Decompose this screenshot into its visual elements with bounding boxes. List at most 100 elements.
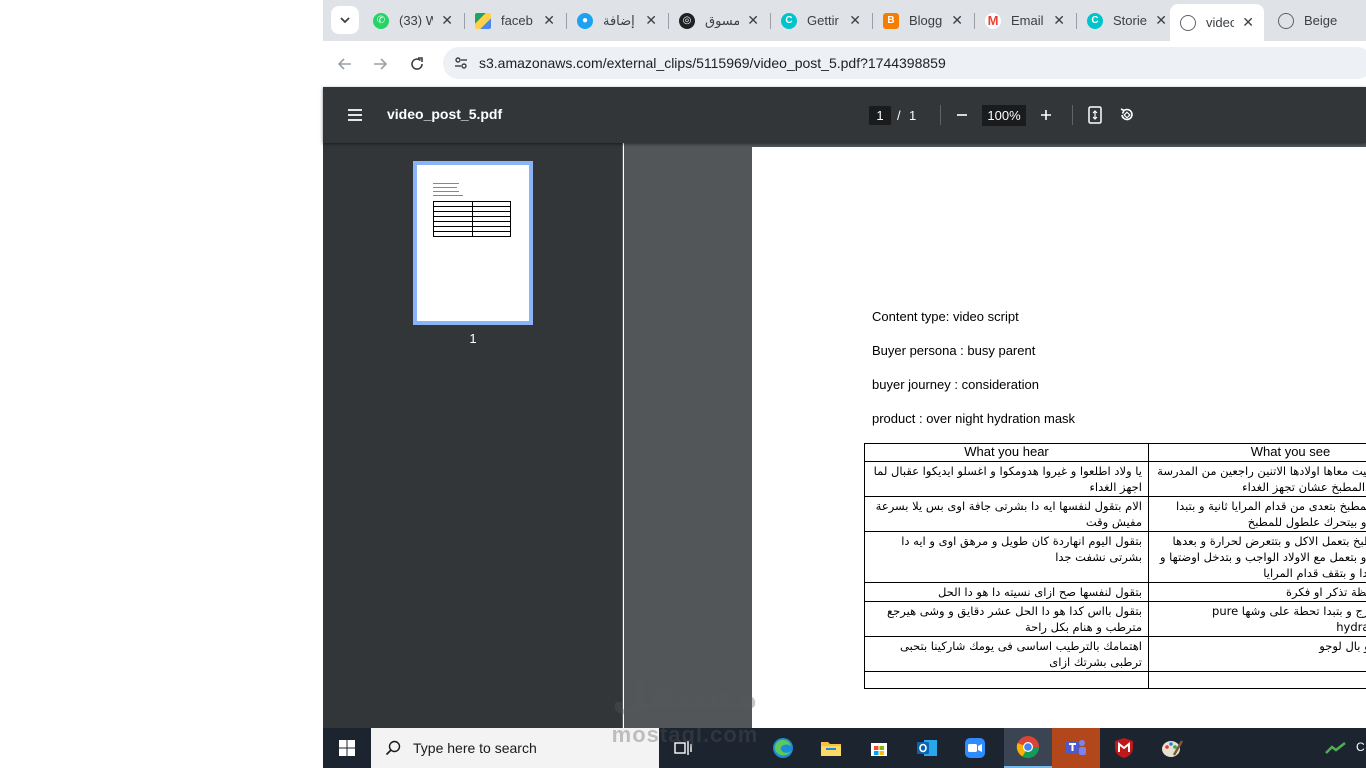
tab-chatgpt[interactable]: ◎ مسوق ✕ <box>669 6 769 35</box>
gmail-icon: M <box>985 12 1001 29</box>
edge-icon <box>773 738 793 758</box>
hear-cell: بتقول اليوم انهاردة كان طويل و مرهق اوى … <box>864 531 1149 583</box>
arrow-right-icon <box>374 58 388 70</box>
reload-button[interactable] <box>403 50 431 78</box>
tab-title: Email <box>1011 13 1044 28</box>
thumbnail-line <box>433 187 457 188</box>
close-icon[interactable]: ✕ <box>645 12 657 29</box>
outlook-app[interactable] <box>903 728 951 768</box>
chrome-icon <box>1016 736 1039 758</box>
pdf-page: Content type: video script Buyer persona… <box>752 147 1366 728</box>
url-text: s3.amazonaws.com/external_clips/5115969/… <box>479 55 946 71</box>
page-number-input[interactable]: 1 <box>869 106 891 125</box>
see-cell: بيجى للام لحظة تذكر او فكرة <box>1148 582 1366 602</box>
site-info-button[interactable] <box>443 47 479 79</box>
close-icon[interactable]: ✕ <box>849 12 861 29</box>
tune-icon <box>455 57 467 69</box>
tab-title: إضافة <box>603 12 635 28</box>
mcafee-app[interactable] <box>1100 728 1148 768</box>
circle-app-icon: ● <box>577 12 593 29</box>
close-icon[interactable]: ✕ <box>1053 12 1065 29</box>
see-cell: تدخل الام البيت معاها اولادها الاتنين را… <box>1148 461 1366 497</box>
tab-title: Blogg <box>909 13 943 28</box>
tab-title: faceb <box>501 13 533 28</box>
see-cell: تطلع من الدرج و بتبدا تحطة على وشها pure… <box>1148 601 1366 637</box>
globe-icon <box>1278 12 1294 29</box>
tab-drive[interactable]: faceb ✕ <box>465 6 565 35</box>
column-header-hear: What you hear <box>864 443 1149 462</box>
page-separator: / <box>897 108 901 123</box>
thumbnail-line <box>433 183 459 184</box>
close-icon[interactable]: ✕ <box>1242 14 1254 31</box>
edge-app[interactable] <box>759 728 807 768</box>
hear-cell: بتقول بااس كدا هو دا الحل عشر دقايق و وش… <box>864 601 1149 637</box>
rotate-button[interactable] <box>1115 103 1139 127</box>
zoom-app[interactable] <box>951 728 999 768</box>
back-button[interactable] <box>331 50 359 78</box>
tab-whatsapp[interactable]: ✆ (33) W ✕ <box>363 6 463 35</box>
pdf-viewer: Content type: video script Buyer persona… <box>624 143 1366 728</box>
canva-icon: C <box>781 12 797 29</box>
store-icon <box>871 743 887 756</box>
mcafee-icon <box>1115 738 1133 758</box>
pdf-filename: video_post_5.pdf <box>387 106 503 122</box>
thumbnail-page-number: 1 <box>469 331 477 346</box>
tab-gmail[interactable]: M Email ✕ <box>975 6 1075 35</box>
buyer-persona-line: Buyer persona : busy parent <box>872 343 1036 358</box>
divider <box>940 105 941 125</box>
reload-icon <box>411 57 423 70</box>
see-cell: بيقفل الفيديو بال لوجو <box>1148 636 1366 672</box>
google-drive-icon <box>475 12 491 29</box>
tab-search-button[interactable] <box>331 6 359 34</box>
chrome-app[interactable] <box>1004 728 1052 768</box>
start-button[interactable] <box>323 728 371 768</box>
page-total: 1 <box>909 108 917 123</box>
chevron-down-icon <box>340 17 350 24</box>
store-app[interactable] <box>855 728 903 768</box>
buyer-journey-line: buyer journey : consideration <box>872 377 1039 392</box>
file-explorer-app[interactable] <box>807 728 855 768</box>
tab-strip: ✆ (33) W ✕ faceb ✕ ● إضافة ✕ ◎ مسوق ✕ C … <box>323 0 1366 41</box>
outlook-icon <box>917 740 937 756</box>
zoom-out-button[interactable] <box>950 103 974 127</box>
close-icon[interactable]: ✕ <box>747 12 759 29</box>
search-icon <box>385 740 401 756</box>
zoom-input[interactable]: 100% <box>982 105 1026 126</box>
address-bar[interactable]: s3.amazonaws.com/external_clips/5115969/… <box>443 47 1366 79</box>
tab-addition[interactable]: ● إضافة ✕ <box>567 6 667 35</box>
tab-title: (33) W <box>399 13 434 28</box>
tab-canva-getting[interactable]: C Gettir ✕ <box>771 6 871 35</box>
close-icon[interactable]: ✕ <box>1155 12 1167 29</box>
desktop-blank-area <box>0 0 323 728</box>
table-row: بتقول لنفسها صح ازاى نسيته دا هو دا الحل… <box>864 582 1366 602</box>
close-icon[interactable]: ✕ <box>951 12 963 29</box>
zoom-in-button[interactable] <box>1034 103 1058 127</box>
tab-blogger[interactable]: B Blogg ✕ <box>873 6 973 35</box>
sidebar-menu-button[interactable] <box>343 103 367 127</box>
product-line: product : over night hydration mask <box>872 411 1076 426</box>
windows-logo-icon <box>339 740 355 756</box>
thumbnail-line <box>433 191 459 192</box>
tray-text: C <box>1356 740 1365 754</box>
close-icon[interactable]: ✕ <box>543 12 555 29</box>
forward-button[interactable] <box>366 50 394 78</box>
thumbnail-preview <box>433 183 513 237</box>
task-view-icon <box>674 741 692 755</box>
chatgpt-icon: ◎ <box>679 12 695 29</box>
rotate-icon <box>1120 108 1133 121</box>
fit-to-page-button[interactable] <box>1083 103 1107 127</box>
tray-app[interactable] <box>1316 728 1356 768</box>
page-thumbnail[interactable] <box>413 161 533 325</box>
video-script-table: What you hear What you see يا ولاد اطلعو… <box>864 443 1366 689</box>
paint-app[interactable] <box>1148 728 1196 768</box>
teams-app[interactable] <box>1052 728 1100 768</box>
hear-cell: يا ولاد اطلعوا و غيروا هدومكوا و اغسلو ا… <box>864 461 1149 497</box>
tab-canva-stories[interactable]: C Storie ✕ <box>1077 6 1177 35</box>
tab-video-active[interactable]: video ✕ <box>1170 4 1264 41</box>
taskbar-search[interactable]: Type here to search <box>371 728 659 768</box>
pdf-toolbar: video_post_5.pdf 1 / 1 100% <box>323 87 1366 143</box>
close-icon[interactable]: ✕ <box>441 12 453 29</box>
thumbnail-sidebar: 1 <box>323 143 623 728</box>
task-view-button[interactable] <box>659 728 707 768</box>
tab-beige[interactable]: Beige <box>1268 6 1366 35</box>
